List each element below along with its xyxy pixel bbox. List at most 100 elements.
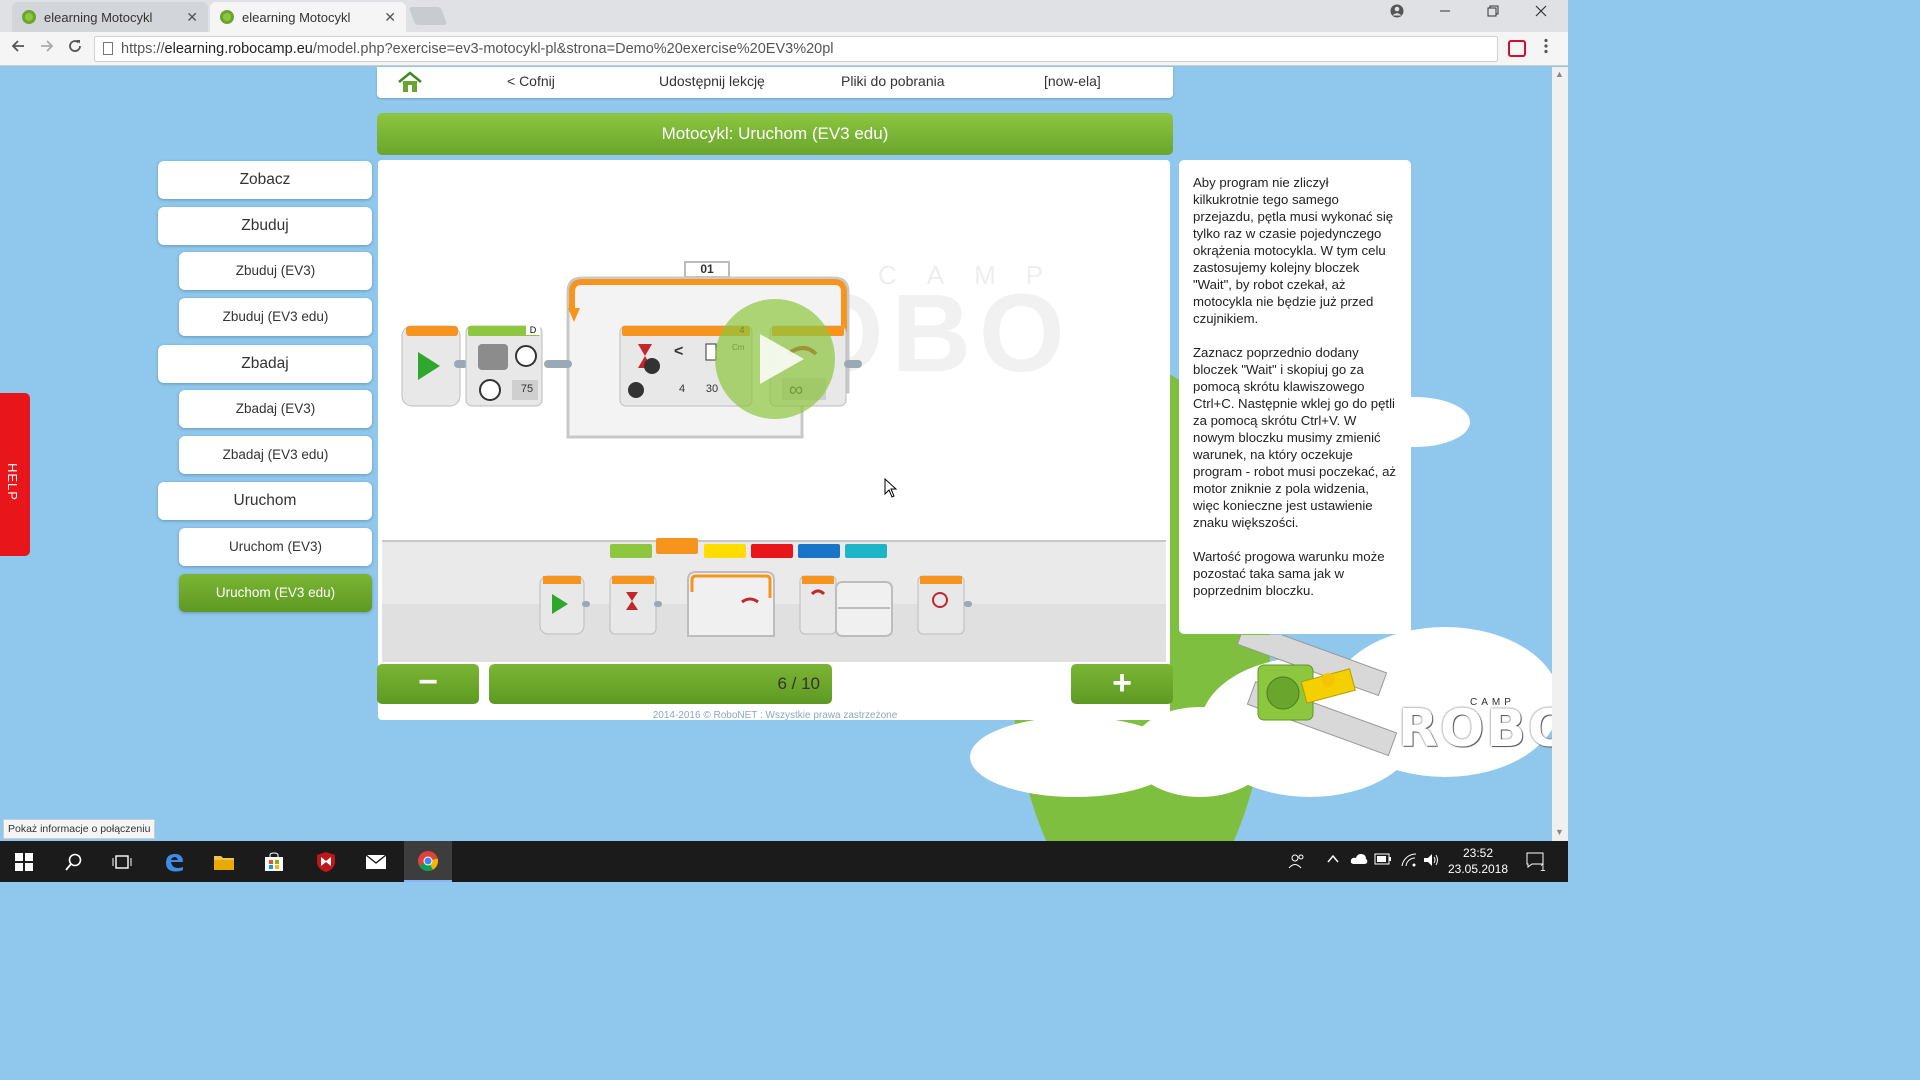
browser-menu-icon[interactable] [1544, 38, 1548, 59]
motor-power-value[interactable]: 75 [514, 383, 540, 395]
sidebar-item-uruchom[interactable]: Uruchom [158, 482, 372, 520]
file-explorer-icon[interactable] [200, 841, 248, 882]
address-bar[interactable]: https://elearning.robocamp.eu/model.php?… [94, 36, 1498, 62]
palette-tab-advanced[interactable] [798, 544, 840, 558]
previous-step-button[interactable]: − [377, 664, 479, 704]
scroll-down-icon[interactable]: ▼ [1555, 827, 1564, 837]
chrome-icon[interactable] [404, 841, 452, 882]
robocamp-favicon-icon [220, 10, 234, 24]
sidebar-item-zbuduj-ev3[interactable]: Zbuduj (EV3) [179, 252, 372, 290]
reload-icon[interactable] [67, 38, 83, 59]
home-icon[interactable] [397, 71, 423, 93]
close-window-icon[interactable] [1518, 4, 1564, 21]
battery-icon[interactable] [1374, 852, 1392, 868]
browser-tab-bar: elearning Motocykl ✕ elearning Motocykl … [0, 0, 1568, 32]
compare-symbol[interactable]: < [674, 343, 683, 361]
browser-toolbar: https://elearning.robocamp.eu/model.php?… [0, 32, 1568, 66]
sidebar-item-uruchom-ev3[interactable]: Uruchom (EV3) [179, 528, 372, 566]
sidebar-item-zbadaj[interactable]: Zbadaj [158, 345, 372, 383]
show-hidden-icons-chevron-icon[interactable] [1326, 852, 1340, 869]
play-video-icon[interactable] [714, 298, 836, 420]
windows-start-icon[interactable] [0, 841, 48, 882]
mouse-cursor-icon [884, 478, 898, 498]
motor-block[interactable] [464, 324, 544, 410]
sidebar-item-zbuduj[interactable]: Zbuduj [158, 207, 372, 245]
volume-icon[interactable] [1422, 852, 1440, 871]
next-step-button[interactable]: + [1071, 664, 1173, 704]
sequence-connector[interactable] [544, 357, 572, 371]
palette-tab-data[interactable] [751, 544, 793, 558]
palette-tab-flow[interactable] [656, 538, 698, 554]
connection-info-tooltip: Pokaż informacje o połączeniu [3, 819, 156, 839]
mcafee-icon[interactable] [302, 841, 350, 882]
sidebar-item-zbadaj-ev3-edu[interactable]: Zbadaj (EV3 edu) [179, 436, 372, 474]
instruction-paragraph: Aby program nie zliczył kilkukrotnie teg… [1193, 175, 1394, 326]
new-tab-button[interactable] [408, 7, 448, 25]
page-viewport: CAMP ROBO < Cofnij Udostępnij lekcję Pli… [0, 67, 1568, 841]
page-scrollbar[interactable]: ▲ ▼ [1552, 67, 1568, 841]
palette-loop-interrupt-block[interactable] [916, 574, 974, 638]
close-tab-icon[interactable]: ✕ [384, 9, 396, 26]
lego-airplane-illustration [1236, 635, 1398, 757]
palette-loop-block[interactable] [684, 568, 780, 640]
notification-count-badge: 1 [1540, 863, 1546, 874]
palette-start-block[interactable] [538, 574, 592, 638]
browser-tab-2[interactable]: elearning Motocykl ✕ [210, 2, 406, 32]
sidebar-item-zbadaj-ev3[interactable]: Zbadaj (EV3) [179, 390, 372, 428]
palette-tab-myblocks[interactable] [845, 544, 887, 558]
tab-title: elearning Motocykl [44, 9, 153, 25]
robocamp-favicon-icon [22, 10, 36, 24]
browser-tab-1[interactable]: elearning Motocykl ✕ [12, 2, 208, 32]
minimize-icon[interactable] [1422, 4, 1468, 21]
people-icon[interactable] [1288, 852, 1306, 873]
plus-icon: + [1112, 664, 1132, 702]
palette-wait-block[interactable] [608, 574, 664, 638]
sidebar-item-uruchom-ev3-edu[interactable]: Uruchom (EV3 edu) [179, 574, 372, 612]
clock-date: 23.05.2018 [1447, 862, 1509, 876]
extension-icon[interactable] [1508, 40, 1526, 57]
progress-text: 6 / 10 [777, 674, 820, 693]
palette-tab-sensor[interactable] [704, 544, 746, 558]
instruction-paragraph: Zaznacz poprzednio dodany bloczek "Wait"… [1193, 345, 1397, 530]
onedrive-cloud-icon[interactable] [1350, 852, 1368, 869]
lesson-progress-bar: 6 / 10 [489, 664, 1060, 704]
restore-icon[interactable] [1470, 4, 1516, 21]
user-link[interactable]: [now-ela] [1044, 73, 1101, 89]
page-info-icon[interactable] [103, 42, 113, 55]
help-tab[interactable]: HELP [0, 393, 30, 556]
forward-arrow-icon[interactable] [39, 38, 55, 59]
task-view-icon[interactable] [98, 841, 146, 882]
scroll-up-icon[interactable]: ▲ [1555, 69, 1564, 79]
tab-title: elearning Motocykl [242, 9, 351, 25]
motor-port-label[interactable]: D [526, 325, 540, 335]
back-link[interactable]: < Cofnij [507, 73, 555, 89]
sidebar-item-zobacz[interactable]: Zobacz [158, 161, 372, 199]
share-lesson-link[interactable]: Udostępnij lekcję [659, 73, 765, 89]
program-canvas[interactable]: CAMP OBO 01 D 75 < 4 30 [378, 160, 1170, 540]
downloads-link[interactable]: Pliki do pobrania [841, 73, 945, 89]
url-path: /model.php?exercise=ev3-motocykl-pl&stro… [312, 41, 834, 57]
sidebar-item-zbuduj-ev3-edu[interactable]: Zbuduj (EV3 edu) [179, 298, 372, 336]
close-tab-icon[interactable]: ✕ [186, 9, 198, 26]
edge-browser-icon[interactable] [150, 841, 198, 882]
url-host: elearning.robocamp.eu [164, 41, 313, 57]
instructions-panel: Aby program nie zliczył kilkukrotnie teg… [1179, 160, 1411, 634]
store-icon[interactable] [250, 841, 298, 882]
wait-param-1[interactable]: 4 [672, 383, 692, 395]
palette-switch-block[interactable] [798, 574, 898, 640]
back-arrow-icon[interactable] [10, 38, 26, 59]
search-icon[interactable] [50, 841, 98, 882]
copyright-footer: 2014-2016 © RoboNET : Wszystkie prawa za… [652, 710, 898, 721]
instruction-paragraph: Wartość progowa warunku może pozostać ta… [1193, 549, 1385, 598]
lesson-top-nav: < Cofnij Udostępnij lekcję Pliki do pobr… [377, 67, 1173, 98]
windows-taskbar: 23:52 23.05.2018 1 [0, 841, 1568, 882]
palette-tab-action[interactable] [610, 544, 652, 558]
profile-icon[interactable] [1374, 4, 1420, 22]
minus-icon: − [418, 663, 438, 701]
sequence-connector[interactable] [844, 357, 862, 371]
mail-icon[interactable] [352, 841, 400, 882]
clock-time: 23:52 [1462, 846, 1494, 860]
help-label: HELP [5, 463, 20, 501]
wifi-icon[interactable] [1400, 852, 1418, 871]
taskbar-clock[interactable]: 23:52 23.05.2018 [1444, 845, 1512, 877]
